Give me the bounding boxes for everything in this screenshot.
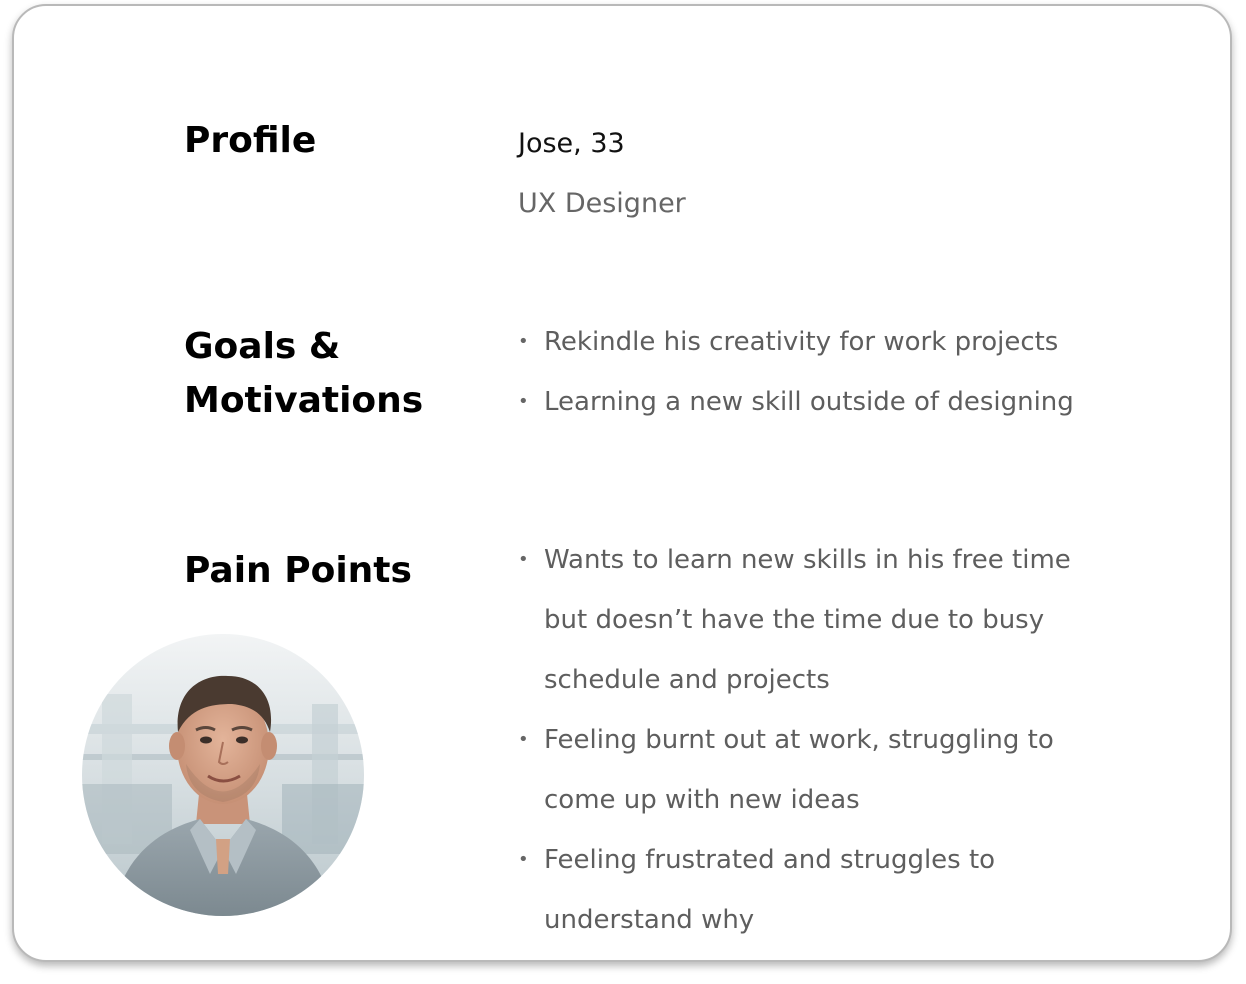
person-photo-icon [82, 634, 364, 916]
pain-point-text: but doesn’t have the time due to busy [544, 605, 1045, 635]
goal-item: • Rekindle his creativity for work projec… [516, 312, 1116, 372]
goals-heading: Goals & Motivations [184, 320, 474, 428]
persona-name-age: Jose, 33 [518, 128, 625, 159]
bullet-icon: • [518, 849, 529, 870]
pain-point-text: Wants to learn new skills in his free ti… [544, 545, 1071, 575]
pain-point-line: • Wants to learn new skills in his free t… [516, 530, 1116, 590]
profile-heading: Profile [184, 120, 317, 161]
pain-point-text: understand why [544, 905, 755, 935]
pain-point-line: • Feeling burnt out at work, struggling t… [516, 710, 1116, 770]
bullet-icon: • [518, 549, 529, 570]
bullet-icon: • [518, 331, 529, 352]
pain-point-line: come up with new ideas [516, 770, 1116, 830]
goal-item: • Learning a new skill outside of designi… [516, 372, 1116, 432]
pain-point-line: • Feeling frustrated and struggles to [516, 830, 1116, 890]
pain-points-heading: Pain Points [184, 550, 412, 591]
pain-points-list: • Wants to learn new skills in his free t… [516, 530, 1116, 950]
pain-point-text: come up with new ideas [544, 785, 860, 815]
avatar [82, 634, 364, 916]
pain-point-text: Feeling frustrated and struggles to [544, 845, 996, 875]
goals-list: • Rekindle his creativity for work projec… [516, 312, 1116, 432]
goals-heading-line-1: Goals & [184, 326, 341, 367]
bullet-icon: • [518, 391, 529, 412]
persona-card: Profile Jose, 33 UX Designer Goals & Mot… [12, 4, 1232, 962]
goals-heading-line-2: Motivations [184, 380, 424, 421]
pain-point-line: understand why [516, 890, 1116, 950]
pain-point-line: schedule and projects [516, 650, 1116, 710]
goal-text: Learning a new skill outside of designin… [544, 387, 1074, 417]
goal-text: Rekindle his creativity for work project… [544, 327, 1059, 357]
persona-role: UX Designer [518, 188, 686, 219]
pain-point-text: schedule and projects [544, 665, 830, 695]
pain-point-line: but doesn’t have the time due to busy [516, 590, 1116, 650]
bullet-icon: • [518, 729, 529, 750]
pain-point-text: Feeling burnt out at work, struggling to [544, 725, 1054, 755]
